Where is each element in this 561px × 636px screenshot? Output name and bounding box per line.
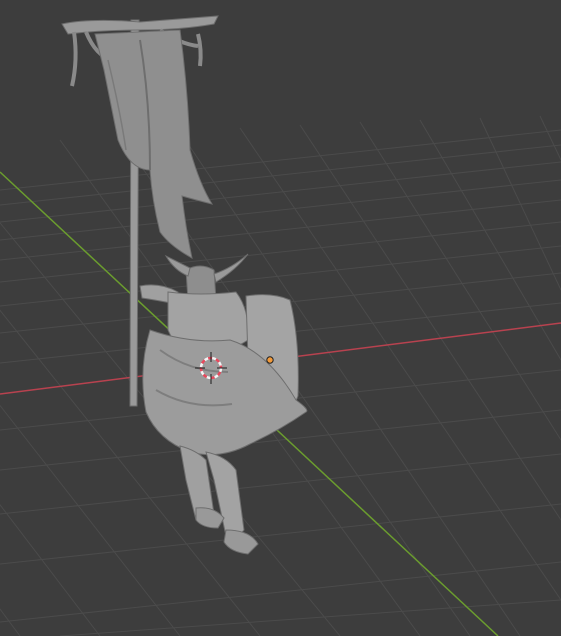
- foot-right: [223, 529, 259, 555]
- 3d-viewport[interactable]: [0, 0, 561, 636]
- banner-crossbar: [61, 15, 219, 35]
- object-origin-icon: [266, 356, 274, 364]
- helmet-horn-left: [164, 254, 191, 277]
- foot-left: [195, 507, 225, 529]
- viewport-canvas[interactable]: [0, 0, 561, 636]
- sculpt-model-banner-bearer[interactable]: [61, 15, 308, 555]
